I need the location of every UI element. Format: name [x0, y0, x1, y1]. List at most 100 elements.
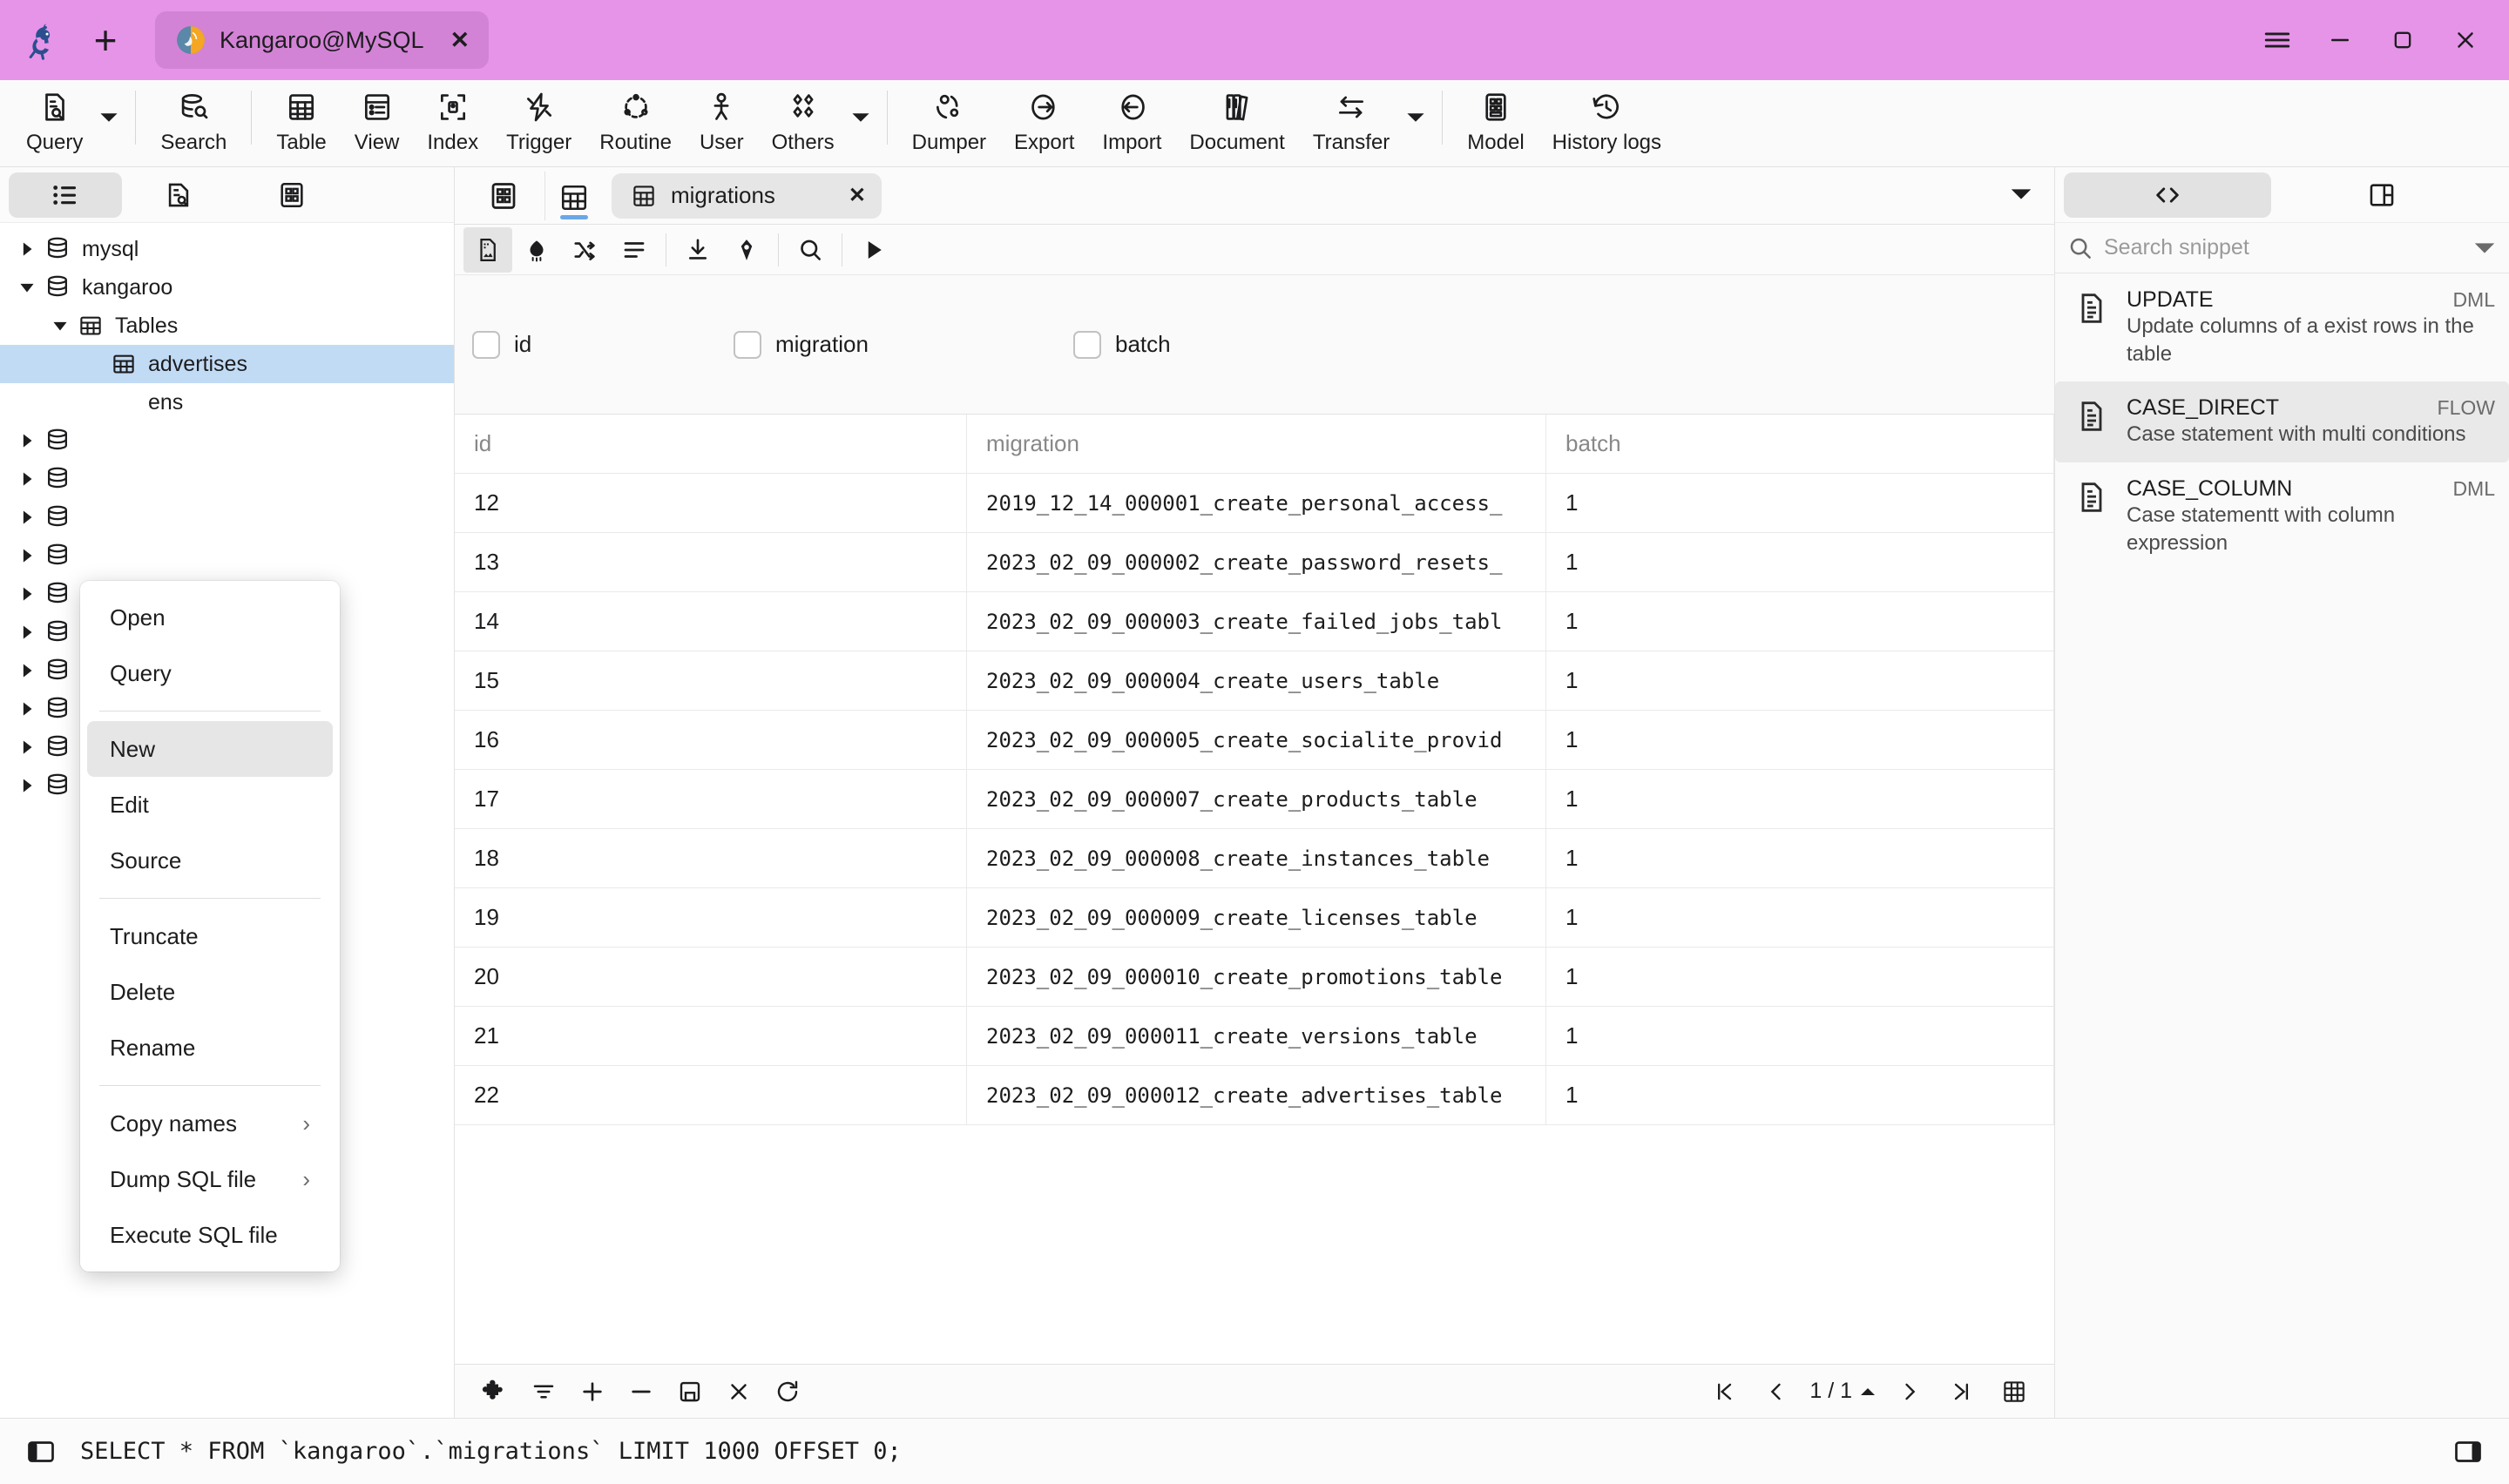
- tree-node[interactable]: [0, 460, 454, 498]
- context-menu-item-execute-sql-file[interactable]: Execute SQL file: [87, 1207, 333, 1263]
- tab-info[interactable]: [2278, 172, 2485, 218]
- tree-node[interactable]: [0, 422, 454, 460]
- editor-download-icon[interactable]: [673, 227, 722, 273]
- tree-node-ens[interactable]: ens: [0, 383, 454, 422]
- tree-twisty-right[interactable]: [12, 661, 42, 680]
- grid-cell-migration[interactable]: 2023_02_09_000009_create_licenses_table: [967, 888, 1546, 947]
- next-page-icon[interactable]: [1885, 1369, 1934, 1414]
- grid-row[interactable]: 22 2023_02_09_000012_create_advertises_ta…: [455, 1066, 2054, 1125]
- snippet-item-update[interactable]: UPDATE DML Update columns of a exist rows …: [2055, 273, 2509, 381]
- save-icon[interactable]: [666, 1369, 714, 1414]
- toolbar-button-table[interactable]: Table: [262, 80, 340, 155]
- new-connection-button[interactable]: +: [78, 13, 132, 67]
- tree-twisty-down[interactable]: [45, 316, 75, 335]
- toolbar-button-import[interactable]: Import: [1088, 80, 1175, 155]
- tree-twisty-right[interactable]: [12, 508, 42, 527]
- toolbar-button-index[interactable]: Index: [413, 80, 492, 155]
- checkbox[interactable]: [472, 330, 500, 359]
- toolbar-button-document[interactable]: Document: [1175, 80, 1298, 155]
- hamburger-menu-icon[interactable]: [2249, 12, 2305, 68]
- grid-row[interactable]: 15 2023_02_09_000004_create_users_table 1: [455, 651, 2054, 711]
- editor-format-icon[interactable]: [512, 227, 561, 273]
- tree-twisty-right[interactable]: [12, 469, 42, 489]
- grid-cell-id[interactable]: 18: [455, 829, 967, 887]
- column-selector-migration[interactable]: migration: [734, 330, 1073, 359]
- grid-cell-migration[interactable]: 2023_02_09_000007_create_products_table: [967, 770, 1546, 828]
- grid-cell-id[interactable]: 12: [455, 474, 967, 532]
- refresh-icon[interactable]: [763, 1369, 812, 1414]
- tab-snippet[interactable]: [2064, 172, 2271, 218]
- chevron-down-icon[interactable]: [2472, 239, 2497, 257]
- grid-cell-migration[interactable]: 2023_02_09_000003_create_failed_jobs_tab…: [967, 592, 1546, 651]
- toolbar-button-search[interactable]: Search: [146, 80, 240, 155]
- snippet-item-case_column[interactable]: CASE_COLUMN DML Case statementt with colum…: [2055, 462, 2509, 570]
- toolbar-button-others[interactable]: Others: [758, 80, 849, 155]
- tab-table-grid-icon[interactable]: [545, 169, 603, 223]
- toolbar-button-history-logs[interactable]: History logs: [1539, 80, 1675, 155]
- page-indicator[interactable]: 1 / 1: [1804, 1379, 1882, 1404]
- snippet-item-case_direct[interactable]: CASE_DIRECT FLOW Case statement with multi…: [2055, 381, 2509, 463]
- last-page-icon[interactable]: [1938, 1369, 1986, 1414]
- tab-list-dropdown-icon[interactable]: [2009, 185, 2033, 208]
- grid-cell-migration[interactable]: 2023_02_09_000012_create_advertises_tabl…: [967, 1066, 1546, 1124]
- grid-cell-id[interactable]: 19: [455, 888, 967, 947]
- toolbar-button-user[interactable]: User: [686, 80, 758, 155]
- grid-cell-migration[interactable]: 2023_02_09_000005_create_socialite_provi…: [967, 711, 1546, 769]
- grid-row[interactable]: 16 2023_02_09_000005_create_socialite_pro…: [455, 711, 2054, 770]
- grid-row[interactable]: 12 2019_12_14_000001_create_personal_acce…: [455, 474, 2054, 533]
- tree-twisty-right[interactable]: [12, 738, 42, 757]
- maximize-icon[interactable]: [2375, 12, 2431, 68]
- grid-cell-id[interactable]: 17: [455, 770, 967, 828]
- grid-cell-batch[interactable]: 1: [1546, 711, 2054, 769]
- puzzle-icon[interactable]: [470, 1369, 519, 1414]
- grid-header-id[interactable]: id: [455, 415, 967, 473]
- tree-node[interactable]: [0, 536, 454, 575]
- toolbar-caret-query[interactable]: [97, 80, 125, 125]
- tree-twisty-right[interactable]: [12, 623, 42, 642]
- grid-cell-id[interactable]: 21: [455, 1007, 967, 1065]
- grid-cell-migration[interactable]: 2023_02_09_000004_create_users_table: [967, 651, 1546, 710]
- minimize-icon[interactable]: [2312, 12, 2368, 68]
- grid-row[interactable]: 18 2023_02_09_000008_create_instances_tab…: [455, 829, 2054, 888]
- first-page-icon[interactable]: [1700, 1369, 1748, 1414]
- toolbar-button-transfer[interactable]: Transfer: [1299, 80, 1403, 155]
- tree-node-advertises[interactable]: advertises: [0, 345, 454, 383]
- sidebar-item-query[interactable]: [122, 172, 235, 218]
- grid-cell-id[interactable]: 13: [455, 533, 967, 591]
- tab-overview-icon[interactable]: [462, 171, 545, 220]
- add-row-icon[interactable]: [568, 1369, 617, 1414]
- context-menu-item-truncate[interactable]: Truncate: [87, 908, 333, 964]
- checkbox[interactable]: [1073, 330, 1101, 359]
- grid-cell-id[interactable]: 16: [455, 711, 967, 769]
- panel-right-icon[interactable]: [2448, 1432, 2488, 1472]
- remove-row-icon[interactable]: [617, 1369, 666, 1414]
- context-menu-item-query[interactable]: Query: [87, 645, 333, 701]
- editor-lines-icon[interactable]: [610, 227, 659, 273]
- toolbar-caret-transfer[interactable]: [1403, 80, 1431, 125]
- grid-cell-batch[interactable]: 1: [1546, 829, 2054, 887]
- grid-cell-batch[interactable]: 1: [1546, 888, 2054, 947]
- toolbar-button-export[interactable]: Export: [1000, 80, 1088, 155]
- context-menu-item-dump-sql-file[interactable]: Dump SQL file ›: [87, 1151, 333, 1207]
- toolbar-button-model[interactable]: Model: [1453, 80, 1538, 155]
- column-selector-id[interactable]: id: [472, 330, 734, 359]
- close-icon[interactable]: ✕: [829, 183, 866, 208]
- editor-search-icon[interactable]: [786, 227, 835, 273]
- document-tab-migrations[interactable]: migrations ✕: [612, 172, 882, 219]
- toolbar-button-routine[interactable]: Routine: [585, 80, 686, 155]
- context-menu-item-new[interactable]: New: [87, 721, 333, 777]
- editor-run-icon[interactable]: [849, 227, 898, 273]
- grid-row[interactable]: 14 2023_02_09_000003_create_failed_jobs_t…: [455, 592, 2054, 651]
- toolbar-caret-others[interactable]: [849, 80, 876, 125]
- grid-row[interactable]: 19 2023_02_09_000009_create_licenses_tabl…: [455, 888, 2054, 948]
- grid-cell-batch[interactable]: 1: [1546, 1007, 2054, 1065]
- grid-view-icon[interactable]: [1990, 1369, 2039, 1414]
- column-selector-batch[interactable]: batch: [1073, 330, 1335, 359]
- tree-node-kangaroo[interactable]: kangaroo: [0, 268, 454, 307]
- close-icon[interactable]: ✕: [438, 27, 470, 54]
- context-menu-item-delete[interactable]: Delete: [87, 964, 333, 1020]
- grid-cell-batch[interactable]: 1: [1546, 533, 2054, 591]
- context-menu-item-copy-names[interactable]: Copy names ›: [87, 1096, 333, 1151]
- sidebar-item-grid[interactable]: [235, 172, 348, 218]
- grid-cell-id[interactable]: 20: [455, 948, 967, 1006]
